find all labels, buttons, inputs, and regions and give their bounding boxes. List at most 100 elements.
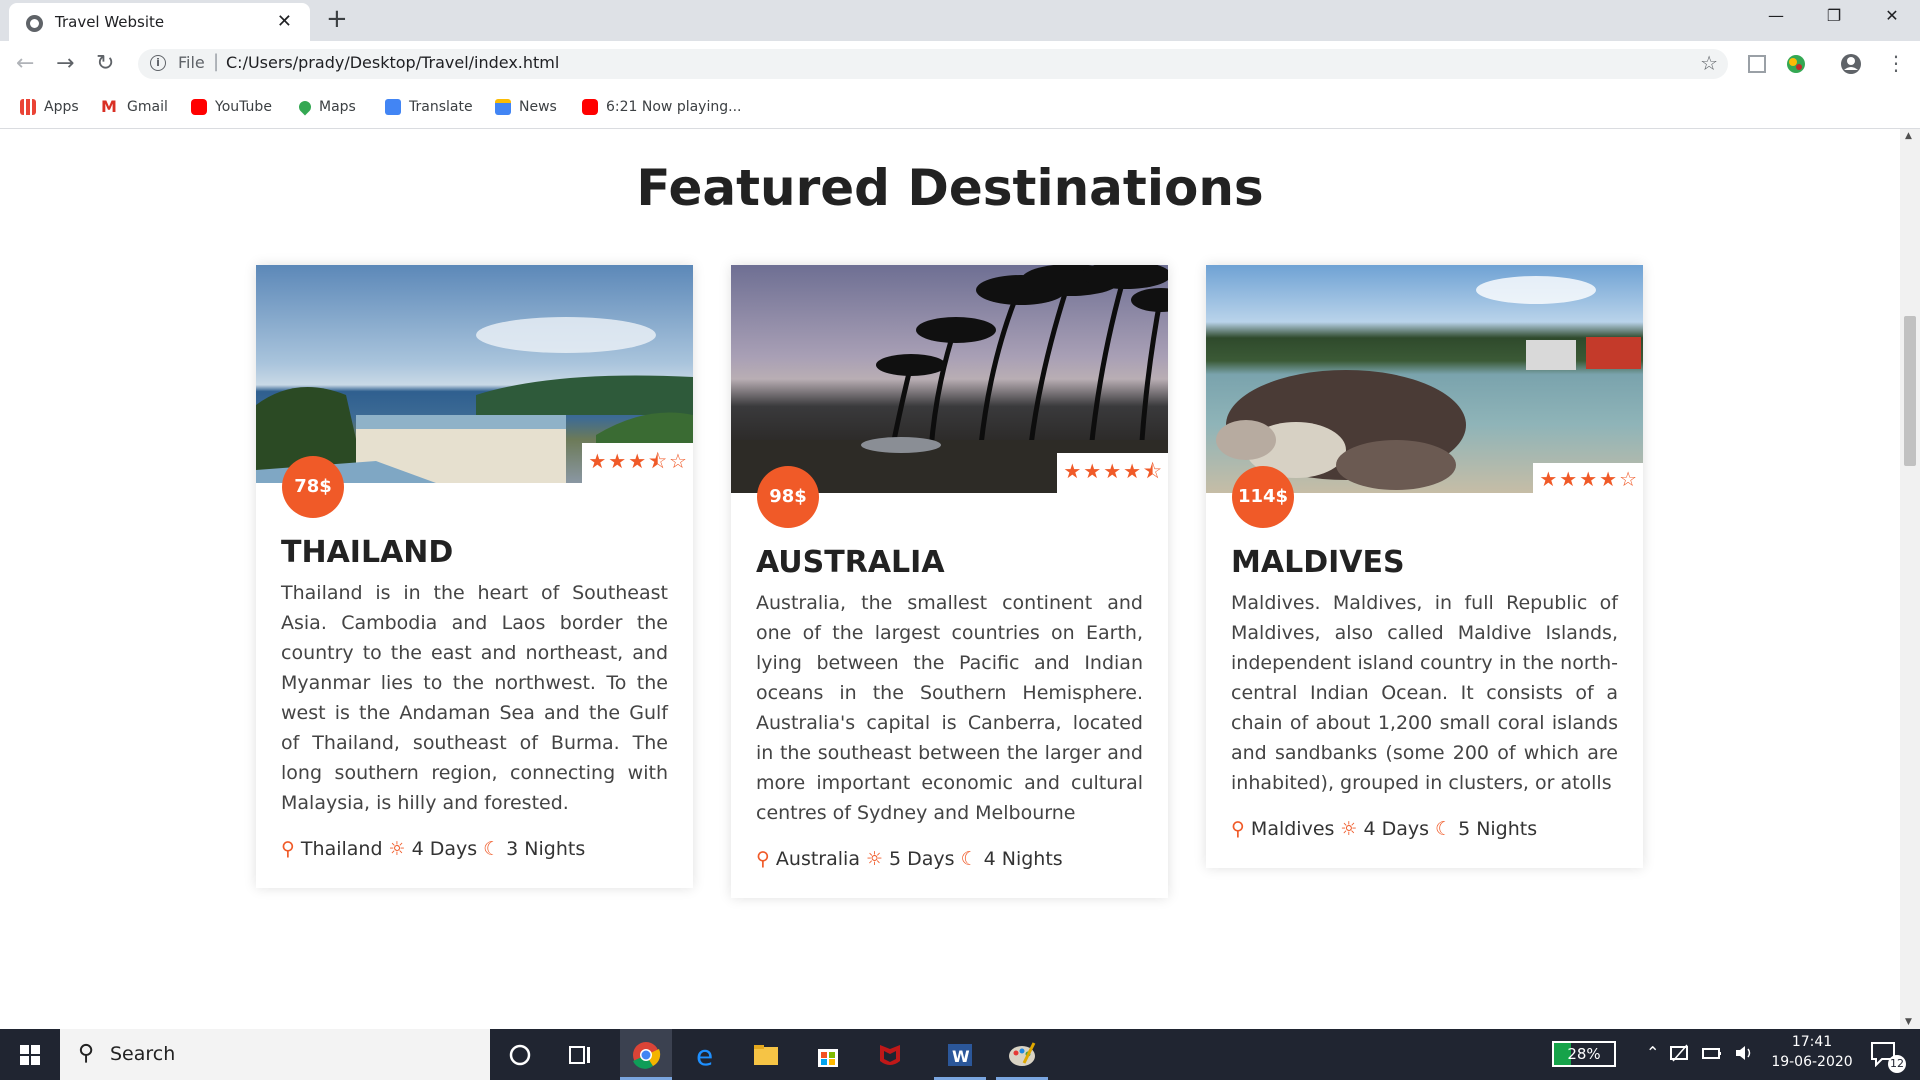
bookmark-label: YouTube (215, 99, 272, 115)
info-icon[interactable]: i (150, 55, 166, 71)
clock-date: 19-06-2020 (1771, 1054, 1853, 1070)
extension-reader-icon[interactable] (1746, 53, 1768, 75)
bookmark-label: Translate (409, 99, 473, 115)
tab-travel-website[interactable]: Travel Website ✕ (9, 3, 310, 41)
tab-strip: Travel Website ✕ + — ❐ ✕ (0, 0, 1920, 41)
file-explorer-icon[interactable] (748, 1037, 784, 1073)
moon-icon: ☾ (960, 848, 978, 870)
destination-card-maldives[interactable]: ★★★★☆ 114$ MALDIVES Maldives. Maldives, … (1206, 265, 1643, 868)
scrollbar-thumb[interactable] (1904, 316, 1916, 466)
paint-icon (1009, 1042, 1036, 1066)
map-marker-icon: ⚲ (1231, 818, 1245, 840)
close-window-icon[interactable]: ✕ (1872, 6, 1912, 25)
address-url[interactable]: C:/Users/prady/Desktop/Travel/index.html (226, 53, 559, 72)
destination-card-thailand[interactable]: ★★★⯪☆ 78$ THAILAND Thailand is in the he… (256, 265, 693, 888)
meta-nights: 4 Nights (983, 848, 1063, 870)
destination-description: Maldives. Maldives, in full Republic of … (1231, 592, 1618, 794)
meta-nights: 5 Nights (1458, 818, 1538, 840)
clock[interactable]: 17:41 19-06-2020 (1764, 1034, 1860, 1070)
search-placeholder: Search (110, 1043, 176, 1065)
svg-text:e: e (696, 1039, 713, 1072)
maps-icon (296, 98, 314, 116)
destination-image: ★★★⯪☆ (256, 265, 693, 483)
restore-icon[interactable]: ❐ (1814, 6, 1854, 25)
destination-title: AUSTRALIA (756, 545, 945, 580)
bookmark-label: News (519, 99, 557, 115)
network-icon[interactable] (1668, 1041, 1692, 1065)
taskbar-word[interactable]: W (934, 1029, 986, 1080)
rating-stars: ★★★★⯪ (1057, 453, 1168, 493)
bookmarks-bar: Apps M Gmail YouTube Maps Translate News (0, 91, 1900, 127)
notification-count-badge: 12 (1888, 1055, 1906, 1073)
windows-taskbar: ⚲ Search e W 28% ⌃ 17:41 19-06-2020 12 (0, 1029, 1920, 1080)
destination-meta: ⚲ Thailand ☼ 4 Days ☾ 3 Nights (281, 838, 668, 860)
tab-title: Travel Website (55, 13, 165, 31)
new-tab-button[interactable]: + (326, 4, 348, 34)
notification-center-button[interactable]: 12 (1866, 1037, 1906, 1073)
destination-image: ★★★★⯪ (731, 265, 1168, 493)
volume-icon[interactable] (1732, 1041, 1756, 1065)
svg-text:W: W (952, 1047, 970, 1066)
page-content: Featured Destinations ★★★⯪☆ 78$ THAILAND… (0, 129, 1900, 1029)
search-icon: ⚲ (78, 1041, 95, 1066)
battery-indicator[interactable]: 28% (1552, 1041, 1616, 1067)
destination-title: THAILAND (281, 535, 454, 570)
minimize-icon[interactable]: — (1756, 6, 1796, 25)
cortana-icon[interactable] (502, 1037, 538, 1073)
destination-title: MALDIVES (1231, 545, 1405, 580)
translate-icon (385, 99, 401, 115)
close-tab-icon[interactable]: ✕ (277, 11, 292, 32)
meta-nights: 3 Nights (506, 838, 586, 860)
bookmark-label: Gmail (127, 99, 168, 115)
reload-icon[interactable]: ↻ (96, 51, 114, 76)
address-scheme: File (178, 53, 205, 72)
bookmark-star-icon[interactable]: ☆ (1700, 51, 1718, 75)
globe-icon (26, 15, 43, 32)
page-scrollbar[interactable]: ▲ ▼ (1900, 129, 1920, 1029)
bookmark-label: 6:21 Now playing... (606, 99, 742, 115)
meta-days: 5 Days (889, 848, 955, 870)
moon-icon: ☾ (483, 838, 501, 860)
taskbar-search-box[interactable]: ⚲ Search (60, 1029, 490, 1080)
forward-arrow-icon[interactable]: → (56, 51, 74, 76)
scroll-up-arrow-icon[interactable]: ▲ (1905, 131, 1912, 141)
sun-icon: ☼ (1340, 818, 1358, 840)
bookmark-news[interactable]: News (495, 99, 557, 115)
battery-tray-icon[interactable] (1700, 1041, 1724, 1065)
meta-location: Thailand (300, 838, 383, 860)
bookmark-translate[interactable]: Translate (385, 99, 473, 115)
bookmark-maps[interactable]: Maps (296, 98, 356, 116)
rating-stars: ★★★★☆ (1533, 463, 1643, 493)
price-badge: 78$ (282, 456, 344, 518)
scroll-down-arrow-icon[interactable]: ▼ (1905, 1017, 1912, 1027)
sun-icon: ☼ (865, 848, 884, 870)
taskbar-chrome-active[interactable] (620, 1029, 672, 1080)
battery-percent: 28% (1567, 1045, 1601, 1063)
profile-avatar-icon[interactable] (1840, 53, 1862, 75)
taskbar-paint[interactable] (996, 1029, 1048, 1080)
news-icon (495, 99, 511, 115)
store-icon[interactable] (810, 1037, 846, 1073)
menu-dots-icon[interactable]: ⋮ (1886, 51, 1906, 75)
edge-icon[interactable]: e (688, 1037, 724, 1073)
address-bar[interactable]: i File | C:/Users/prady/Desktop/Travel/i… (138, 49, 1728, 79)
clock-time: 17:41 (1791, 1034, 1833, 1050)
back-arrow-icon[interactable]: ← (16, 51, 34, 76)
sun-icon: ☼ (388, 838, 406, 860)
extension-globe-icon[interactable] (1785, 53, 1807, 75)
bookmark-youtube[interactable]: YouTube (191, 99, 272, 115)
mcafee-icon[interactable] (872, 1037, 908, 1073)
destination-meta: ⚲ Maldives ☼ 4 Days ☾ 5 Nights (1231, 818, 1618, 840)
meta-days: 4 Days (411, 838, 478, 860)
bookmark-gmail[interactable]: M Gmail (101, 99, 168, 116)
price-badge: 114$ (1232, 466, 1294, 528)
task-view-icon[interactable] (562, 1037, 598, 1073)
bookmark-apps[interactable]: Apps (20, 99, 79, 115)
address-separator: | (213, 51, 220, 72)
map-marker-icon: ⚲ (756, 848, 770, 870)
windows-start-icon[interactable] (0, 1029, 60, 1080)
browser-toolbar: ← → ↻ i File | C:/Users/prady/Desktop/Tr… (0, 41, 1920, 129)
destination-card-australia[interactable]: ★★★★⯪ 98$ AUSTRALIA Australia, the small… (731, 265, 1168, 898)
bookmark-now-playing[interactable]: 6:21 Now playing... (582, 99, 741, 115)
chevron-up-icon[interactable]: ⌃ (1646, 1043, 1659, 1062)
